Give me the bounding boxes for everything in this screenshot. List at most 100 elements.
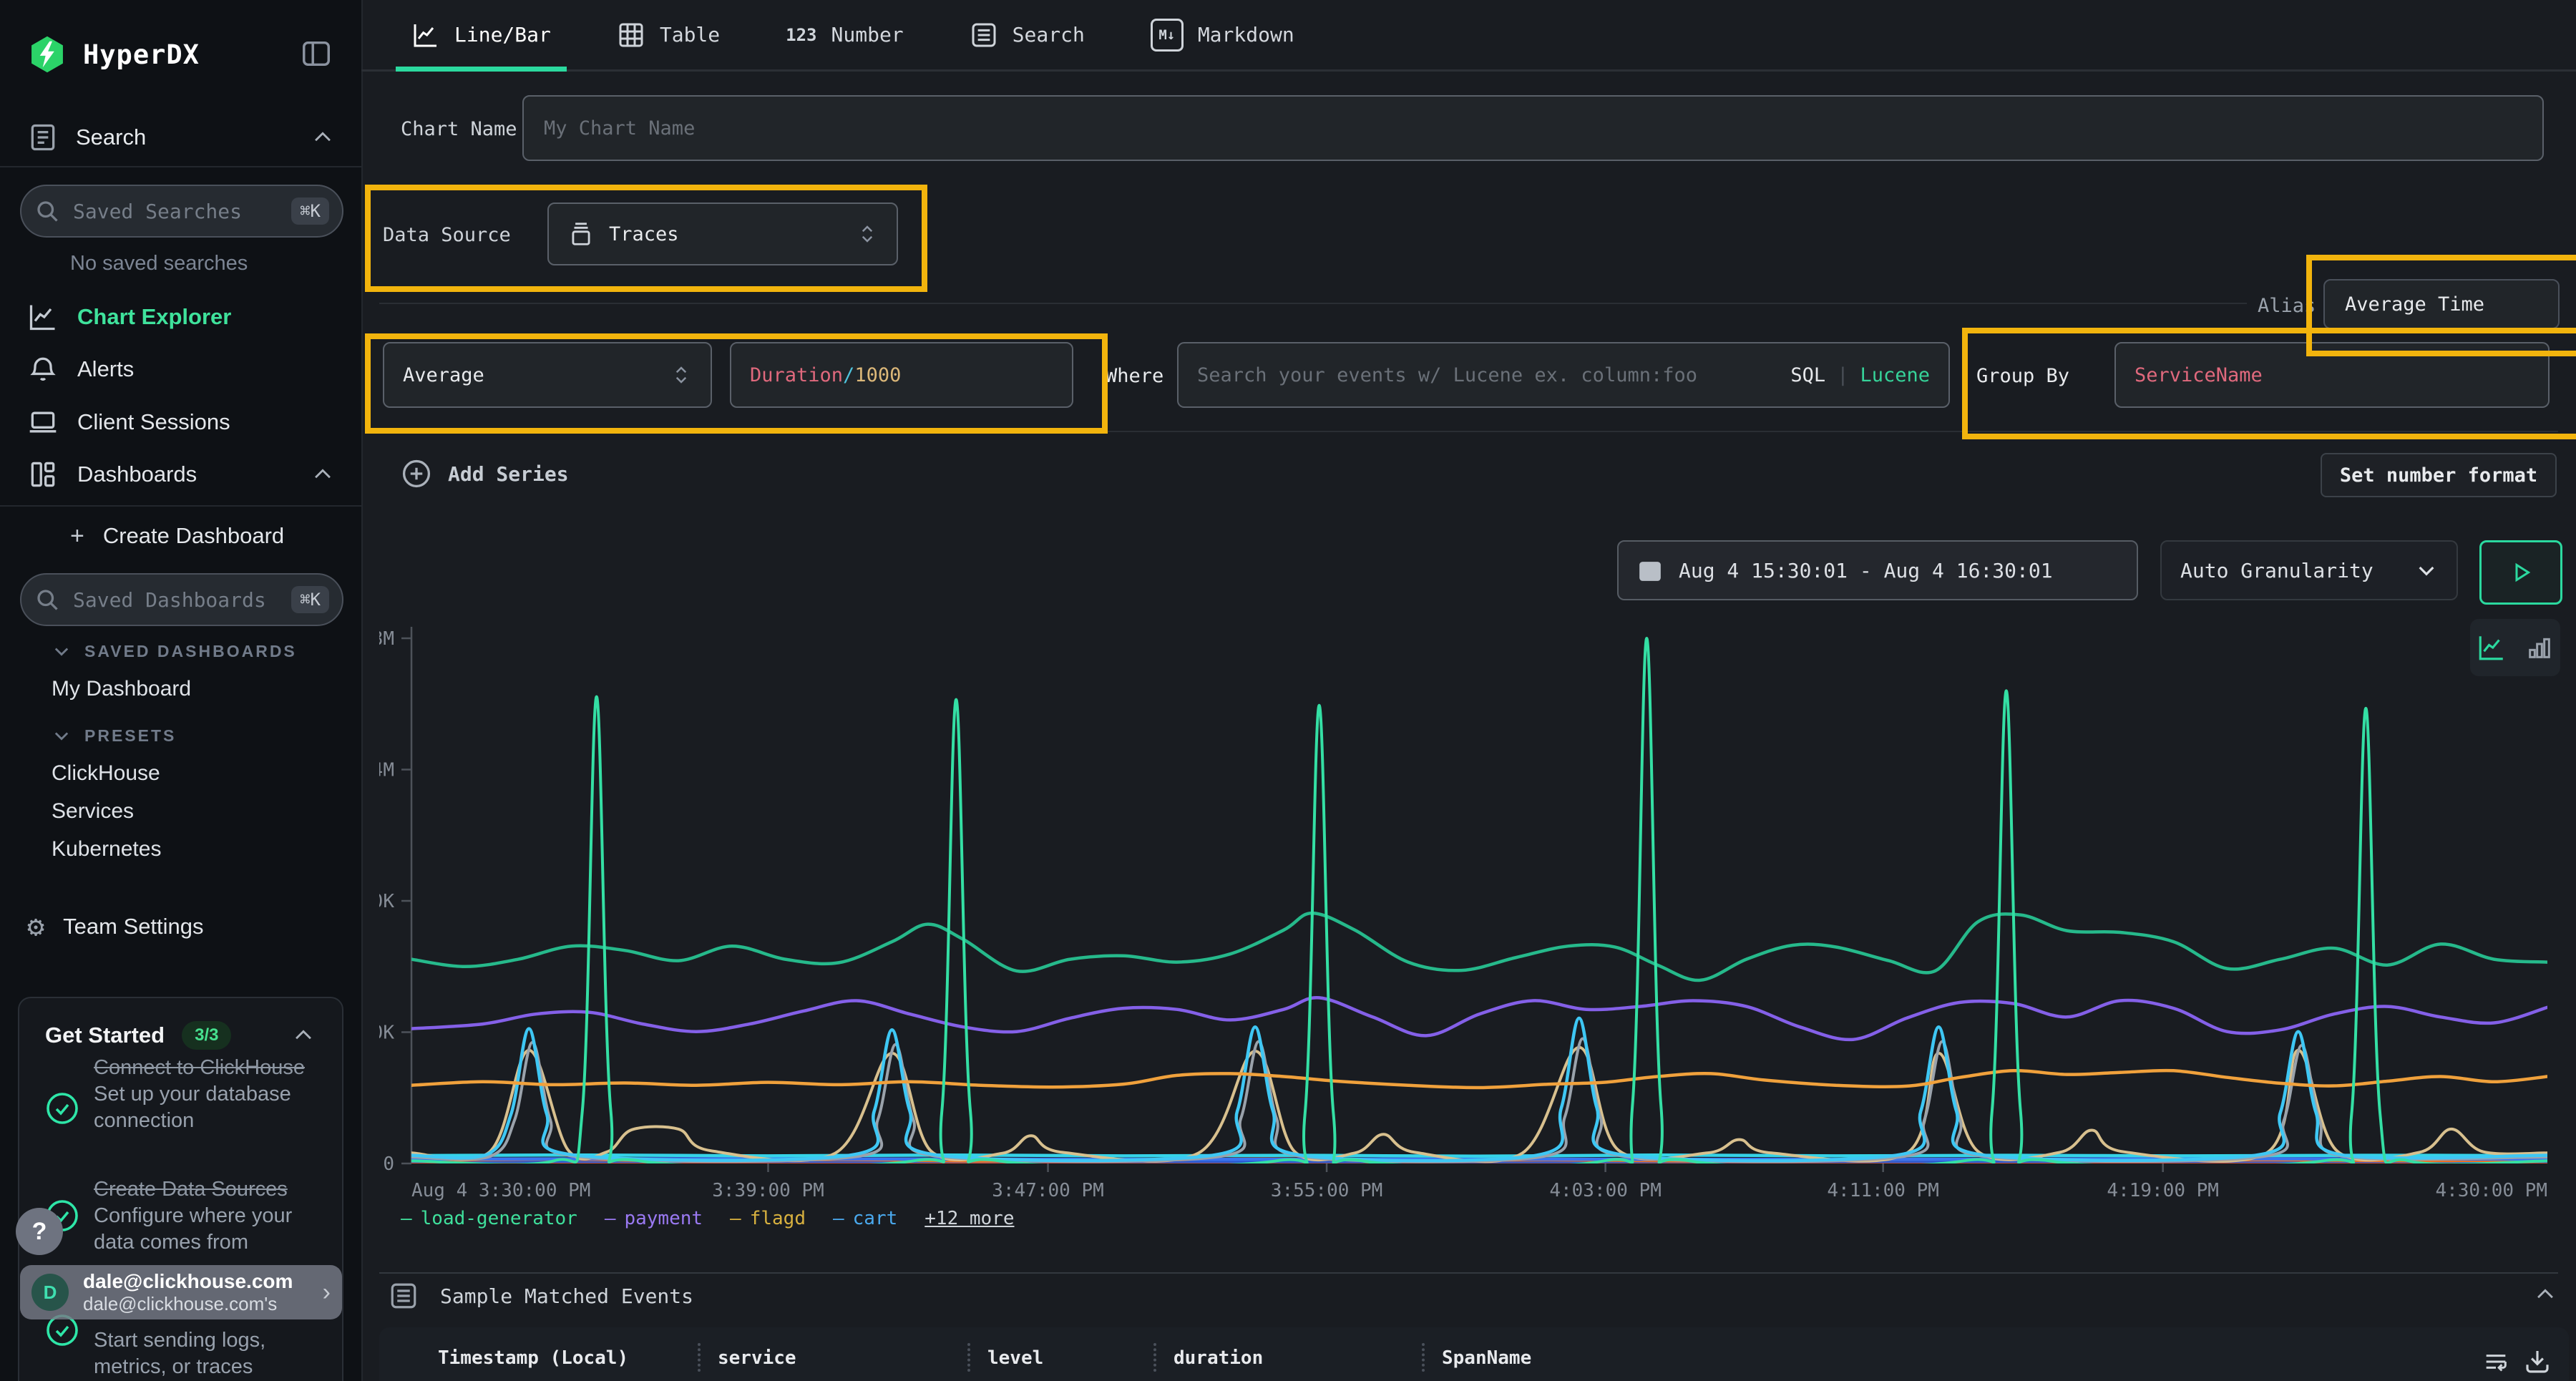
alias-label: Alias (2258, 295, 2316, 317)
help-button[interactable]: ? (16, 1208, 63, 1255)
sidebar-item-team-settings[interactable]: ⚙ Team Settings (27, 907, 204, 946)
alias-input[interactable] (2323, 279, 2560, 329)
line-chart-icon (411, 21, 440, 49)
legend-item[interactable]: — load-generator (401, 1208, 577, 1229)
chart-name-input[interactable] (522, 95, 2544, 161)
cmd-k-shortcut: ⌘K (291, 197, 329, 225)
svg-text:1.4M: 1.4M (379, 760, 394, 781)
laptop-icon (27, 406, 59, 438)
field-expression-input[interactable]: Duration/1000 (730, 342, 1073, 408)
date-range-input[interactable]: Aug 4 15:30:01 - Aug 4 16:30:01 (1617, 540, 2138, 600)
select-chevrons-icon (857, 223, 878, 245)
chevron-down-icon (2415, 559, 2438, 582)
alias-field[interactable] (2343, 293, 2540, 316)
sidebar-item-clickhouse[interactable]: ClickHouse (52, 761, 160, 786)
svg-text:900K: 900K (379, 891, 394, 912)
sidebar-item-dashboards[interactable]: Dashboards (27, 455, 335, 494)
get-started-progress-badge: 3/3 (182, 1021, 231, 1050)
chevron-right-icon: › (323, 1279, 331, 1307)
sidebar-item-my-dashboard[interactable]: My Dashboard (52, 677, 191, 701)
column-header-level[interactable]: level (987, 1347, 1043, 1369)
column-separator[interactable] (1153, 1343, 1156, 1372)
create-dashboard-button[interactable]: + Create Dashboard (70, 517, 284, 555)
column-separator[interactable] (967, 1343, 970, 1372)
line-chart-icon (27, 301, 59, 333)
search-icon (34, 198, 60, 224)
granularity-select[interactable]: Auto Granularity (2160, 540, 2458, 600)
events-table: Timestamp (Local) service level duration… (379, 1327, 2569, 1381)
column-separator[interactable] (1422, 1343, 1425, 1372)
chart-name-field[interactable] (542, 117, 2524, 140)
logo[interactable]: HyperDX (27, 34, 200, 74)
sidebar-item-alerts[interactable]: Alerts (27, 350, 134, 389)
run-query-button[interactable] (2479, 540, 2562, 605)
column-header-service[interactable]: service (718, 1347, 796, 1369)
presets-group[interactable]: PRESETS (52, 726, 176, 746)
legend-item[interactable]: — payment (605, 1208, 703, 1229)
list-icon (970, 21, 998, 49)
saved-dashboards-input[interactable]: Saved Dashboards ⌘K (20, 573, 343, 626)
tab-table[interactable]: Table (617, 0, 720, 69)
tab-markdown[interactable]: M↓ Markdown (1151, 0, 1294, 69)
column-header-duration[interactable]: duration (1174, 1347, 1263, 1369)
data-source-select[interactable]: Traces (547, 202, 898, 265)
saved-searches-input[interactable]: Saved Searches ⌘K (20, 185, 343, 238)
bar-chart-toggle-icon[interactable] (2525, 633, 2554, 662)
search-section-header[interactable]: Search (27, 122, 335, 153)
sql-mode-toggle[interactable]: SQL (1790, 364, 1825, 386)
legend-item[interactable]: — flagd (730, 1208, 806, 1229)
collapse-sidebar-icon[interactable] (300, 37, 333, 70)
wrap-lines-icon[interactable] (2482, 1347, 2510, 1376)
main-panel: Line/Bar Table 123 Number Search M↓ Mark… (361, 0, 2576, 1381)
svg-text:3:55:00 PM: 3:55:00 PM (1271, 1180, 1383, 1201)
group-by-input[interactable]: ServiceName (2114, 342, 2550, 408)
user-menu[interactable]: D dale@clickhouse.com dale@clickhouse.co… (20, 1265, 342, 1319)
number-123-icon: 123 (786, 25, 816, 45)
user-subtext: dale@clickhouse.com's (83, 1293, 293, 1314)
divider (0, 505, 361, 507)
list-icon (389, 1281, 419, 1311)
markdown-icon: M↓ (1151, 19, 1184, 52)
get-started-item[interactable]: Start sending logs, metrics, or traces (94, 1327, 330, 1380)
download-icon[interactable] (2522, 1346, 2552, 1376)
column-header-timestamp[interactable]: Timestamp (Local) (438, 1347, 628, 1369)
collapse-section-icon[interactable] (2533, 1282, 2557, 1307)
column-header-spanname[interactable]: SpanName (1442, 1347, 1531, 1369)
divider (0, 166, 361, 167)
get-started-card: Get Started 3/3 Connect to ClickHouse Se… (18, 997, 343, 1381)
group-by-label: Group By (1976, 365, 2069, 387)
sidebar-item-client-sessions[interactable]: Client Sessions (27, 403, 230, 441)
where-input[interactable]: Search your events w/ Lucene ex. column:… (1177, 342, 1950, 408)
no-saved-searches-text: No saved searches (70, 252, 248, 275)
chevron-up-icon[interactable] (291, 1023, 316, 1048)
svg-text:4:11:00 PM: 4:11:00 PM (1827, 1180, 1939, 1201)
sidebar-item-services[interactable]: Services (52, 799, 134, 824)
timeseries-chart[interactable]: 0450K900K1.4M1.8MAug 4 3:30:00 PM3:39:00… (379, 614, 2576, 1208)
saved-dashboards-group[interactable]: SAVED DASHBOARDS (52, 641, 297, 661)
legend-item[interactable]: — cart (833, 1208, 897, 1229)
aggregation-select[interactable]: Average (383, 342, 712, 408)
sidebar-item-chart-explorer[interactable]: Chart Explorer (27, 298, 231, 336)
tab-number[interactable]: 123 Number (786, 0, 904, 69)
tab-search[interactable]: Search (970, 0, 1085, 69)
lucene-mode-toggle[interactable]: Lucene (1860, 364, 1930, 386)
set-number-format-button[interactable]: Set number format (2321, 453, 2557, 497)
get-started-title: Get Started (45, 1023, 165, 1048)
column-separator[interactable] (698, 1343, 701, 1372)
sample-events-header[interactable]: Sample Matched Events (389, 1281, 693, 1311)
alias-divider (379, 303, 2247, 304)
get-started-item[interactable]: Create Data Sources Configure where your… (94, 1176, 330, 1256)
data-source-label: Data Source (383, 224, 511, 246)
svg-text:Aug 4 3:30:00 PM: Aug 4 3:30:00 PM (411, 1180, 590, 1201)
check-circle-icon (45, 1091, 79, 1126)
sidebar-item-kubernetes[interactable]: Kubernetes (52, 837, 161, 862)
line-chart-toggle-icon[interactable] (2477, 633, 2507, 663)
get-started-item[interactable]: Connect to ClickHouse Set up your databa… (94, 1054, 323, 1134)
add-series-button[interactable]: Add Series (401, 458, 569, 489)
legend-more-link[interactable]: +12 more (924, 1208, 1014, 1229)
cmd-k-shortcut: ⌘K (291, 586, 329, 613)
data-source-box-icon (567, 220, 595, 248)
plus-icon: + (70, 522, 84, 550)
calendar-icon (1637, 557, 1663, 583)
tab-line-bar[interactable]: Line/Bar (411, 0, 551, 69)
